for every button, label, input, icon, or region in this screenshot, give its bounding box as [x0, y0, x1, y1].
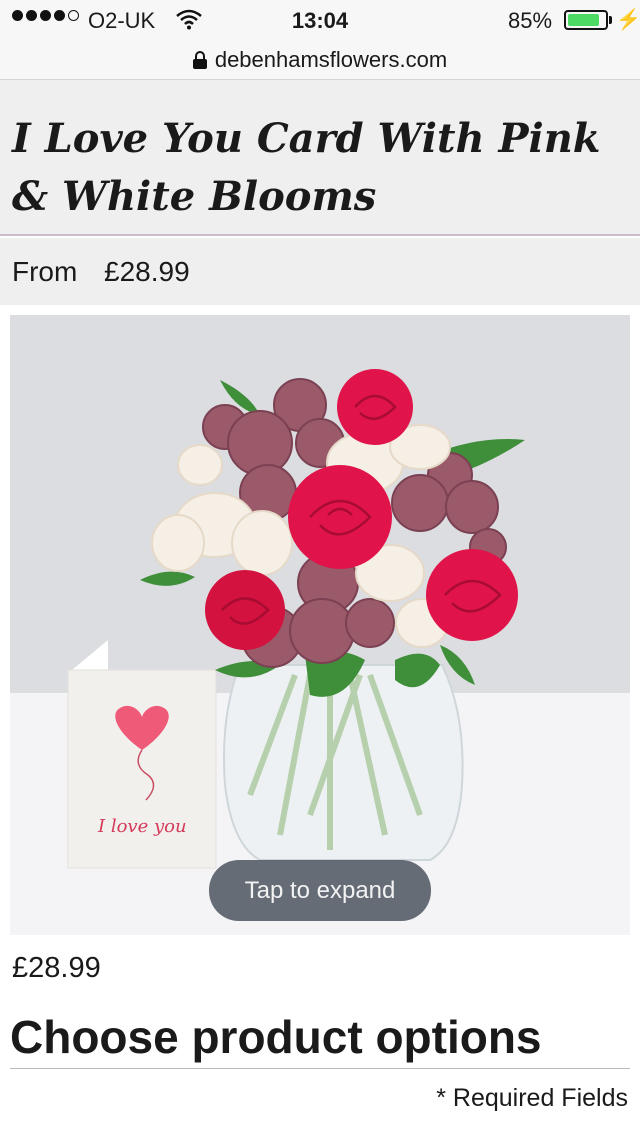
lock-icon — [192, 51, 207, 69]
product-image[interactable]: I love you — [10, 315, 630, 935]
status-bar: O2-UK 13:04 85% ⚡ — [0, 0, 640, 40]
url-text[interactable]: debenhamsflowers.com — [215, 47, 447, 73]
from-price: £28.99 — [104, 256, 190, 287]
charging-icon: ⚡ — [616, 9, 640, 31]
from-label: From — [12, 256, 78, 287]
product-title: I Love You Card With Pink & White Blooms — [12, 115, 601, 220]
divider — [10, 1068, 630, 1069]
battery-icon — [564, 10, 608, 30]
card-text: I love you — [97, 816, 187, 837]
battery-percent: 85% — [508, 8, 553, 33]
battery-tip — [609, 16, 612, 24]
greeting-card-image: I love you — [67, 640, 217, 870]
choose-options-heading: Choose product options — [10, 1011, 542, 1063]
from-price-section: From £28.99 — [0, 238, 640, 305]
product-price: £28.99 — [12, 952, 101, 984]
tap-to-expand-button[interactable]: Tap to expand — [209, 860, 431, 921]
address-bar[interactable]: debenhamsflowers.com — [0, 40, 640, 80]
product-title-section: I Love You Card With Pink & White Blooms — [0, 80, 640, 236]
required-fields-note: * Required Fields — [436, 1084, 628, 1112]
browser-chrome: O2-UK 13:04 85% ⚡ debenhamsflowers.com — [0, 0, 640, 80]
